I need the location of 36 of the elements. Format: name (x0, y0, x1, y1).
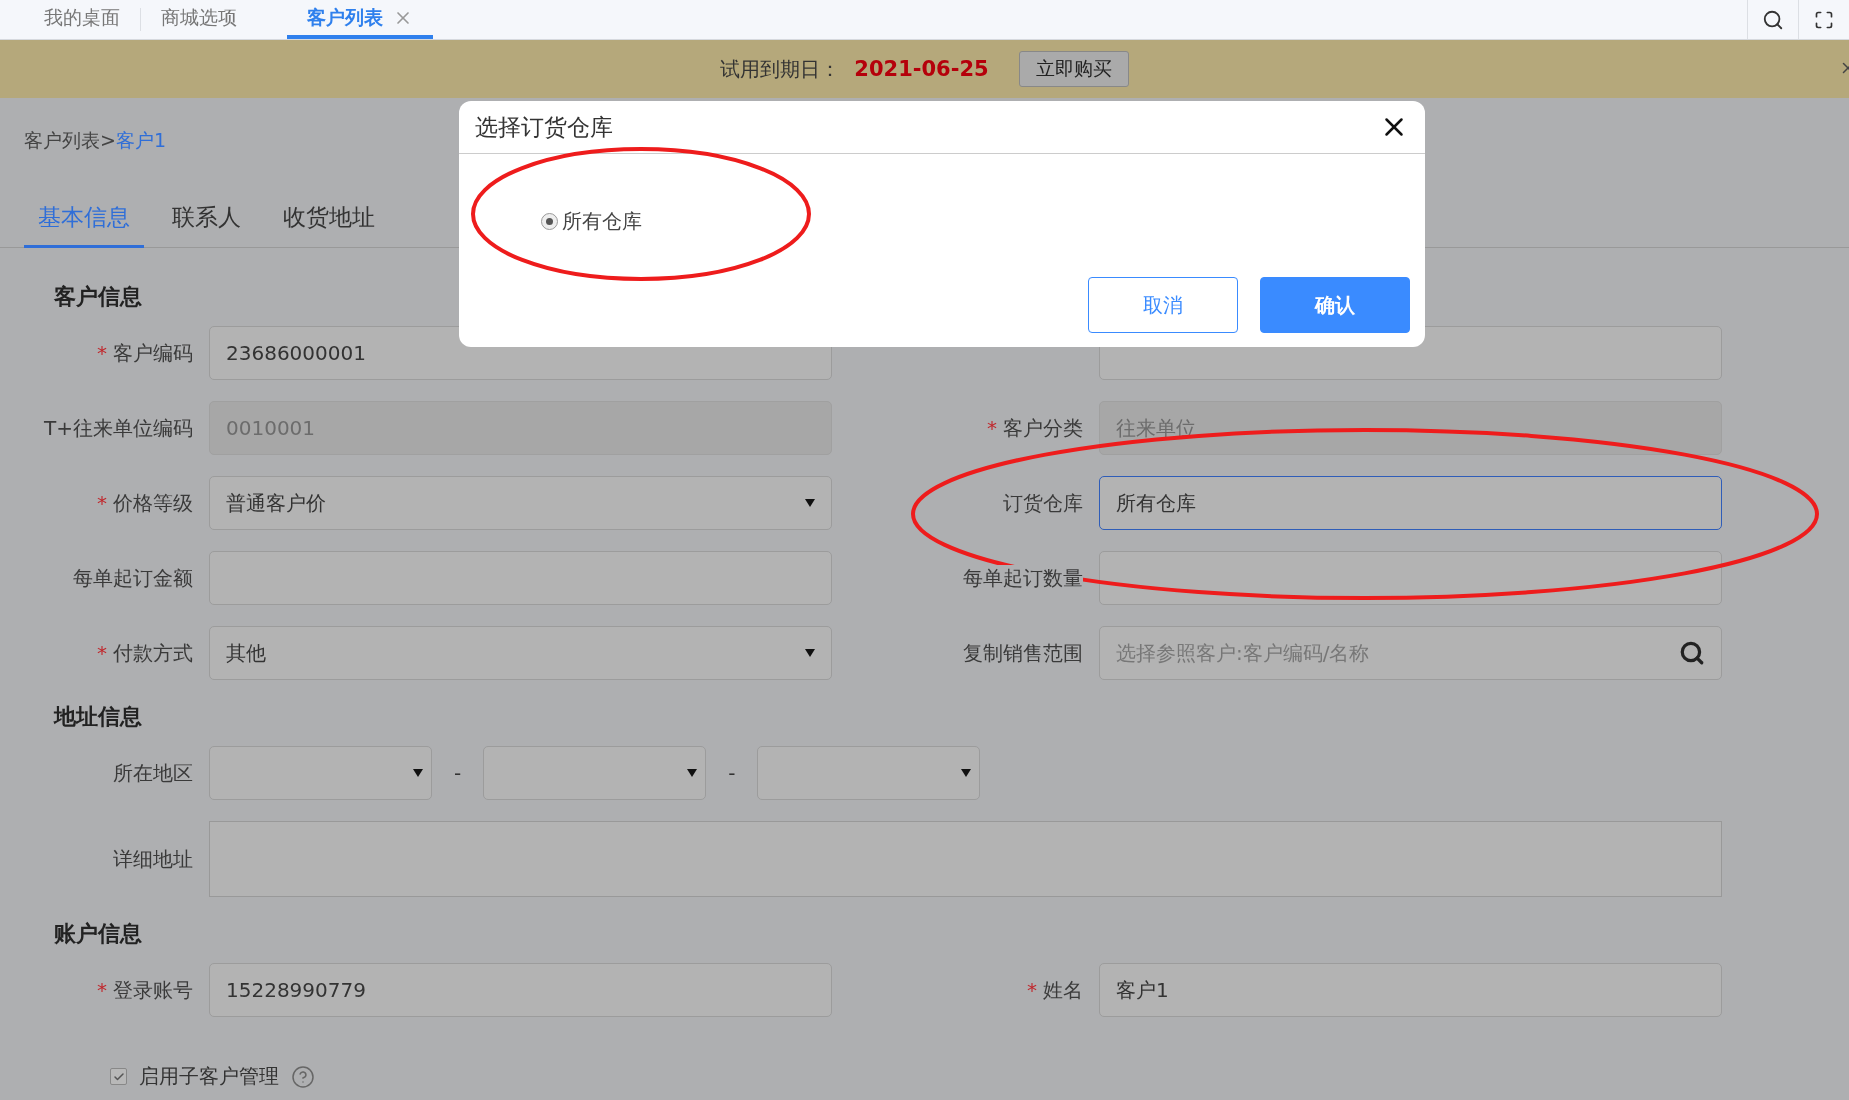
caret-icon (805, 649, 815, 657)
search-icon[interactable] (1762, 8, 1784, 31)
confirm-button[interactable]: 确认 (1260, 277, 1410, 333)
caret-icon (413, 769, 423, 777)
select-field[interactable]: 其他 (209, 626, 832, 680)
section-title: 账户信息 (54, 920, 142, 948)
input-field[interactable]: 客户1 (1099, 963, 1722, 1017)
dialog-title: 选择订货仓库 (475, 112, 613, 142)
input-field[interactable]: 15228990779 (209, 963, 832, 1017)
section-title: 客户信息 (54, 283, 142, 311)
tab[interactable]: 收货地址 (269, 192, 389, 248)
help-icon[interactable] (291, 1064, 315, 1089)
top-tab[interactable]: 我的桌面 (24, 0, 140, 39)
caret-icon (805, 499, 815, 507)
select-field[interactable]: 普通客户价 (209, 476, 832, 530)
radio-icon[interactable] (541, 213, 558, 230)
tab[interactable]: 联系人 (158, 192, 255, 248)
checkbox[interactable] (110, 1068, 127, 1085)
caret-icon (961, 769, 972, 777)
breadcrumb-parent[interactable]: 客户列表> (24, 129, 116, 151)
section-title: 地址信息 (54, 703, 142, 731)
trial-label: 试用到期日： (720, 55, 841, 83)
input-field[interactable] (1099, 551, 1722, 605)
fullscreen-icon[interactable] (1814, 9, 1834, 30)
buy-button[interactable]: 立即购买 (1018, 51, 1129, 87)
caret-icon (687, 769, 698, 777)
dash-separator: - (728, 761, 736, 785)
radio-option[interactable]: 所有仓库 (541, 208, 642, 235)
input-field[interactable]: 所有仓库 (1099, 476, 1722, 530)
trial-date: 2021-06-25 (854, 57, 989, 81)
cancel-button[interactable]: 取消 (1088, 277, 1238, 333)
checkbox-label: 启用子客户管理 (139, 1063, 279, 1090)
search-icon[interactable] (1679, 640, 1705, 666)
top-tab[interactable]: 商城选项 (141, 0, 257, 39)
dash-separator: - (454, 761, 462, 785)
check-icon (112, 1070, 125, 1083)
